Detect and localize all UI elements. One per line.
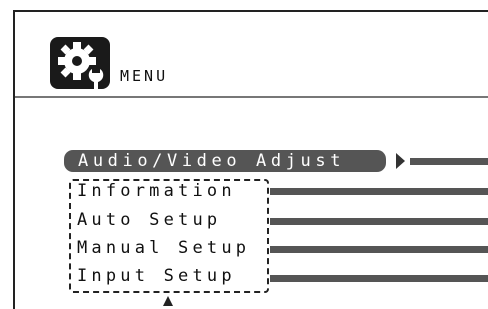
page-title: MENU — [120, 67, 169, 85]
menu-connector — [270, 188, 488, 195]
chevron-right-icon — [396, 153, 405, 169]
menu-connector — [410, 158, 488, 165]
menu-item-manual-setup[interactable]: Manual Setup — [77, 238, 250, 258]
scroll-up-indicator-icon — [163, 296, 173, 306]
menu-item-auto-setup[interactable]: Auto Setup — [77, 210, 221, 230]
menu-connector — [270, 275, 488, 282]
menu-item-information[interactable]: Information — [77, 181, 236, 201]
menu-item-input-setup[interactable]: Input Setup — [77, 266, 236, 286]
gear-wrench-icon — [50, 37, 110, 89]
header-divider — [15, 96, 488, 98]
menu-connector — [270, 218, 488, 225]
menu-item-label: Audio/Video Adjust — [78, 151, 346, 171]
menu-connector — [270, 246, 488, 253]
